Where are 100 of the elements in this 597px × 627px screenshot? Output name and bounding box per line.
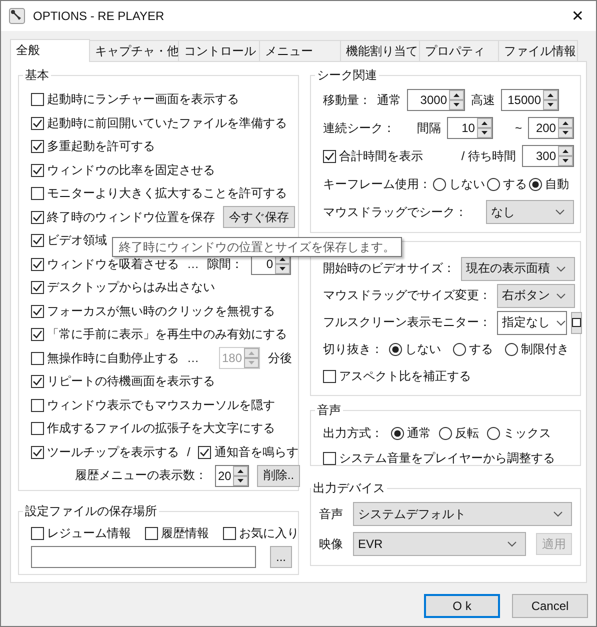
tab[interactable]: 全般: [10, 39, 90, 62]
option-label: 出力方式：: [323, 425, 383, 442]
up-down-arrows-icon: [558, 146, 573, 166]
dialog-button[interactable]: O k: [424, 594, 500, 618]
checkbox[interactable]: ツールチップを表示する: [31, 444, 179, 461]
spin-field[interactable]: 20: [215, 464, 250, 487]
checkbox[interactable]: ビデオ領域: [31, 232, 107, 250]
spin-field[interactable]: 10: [447, 117, 493, 139]
checkmark-icon: [324, 150, 335, 162]
radio-button[interactable]: ミックス: [487, 425, 551, 442]
checkbox[interactable]: アスペクト比を補正する: [323, 368, 471, 385]
checkmark-icon: [32, 376, 43, 388]
option-label: 映像: [319, 536, 343, 552]
checkbox[interactable]: システム音量をプレイヤーから調整する: [323, 450, 555, 467]
dropdown[interactable]: なし: [486, 200, 574, 224]
up-down-arrows-icon: [476, 118, 492, 138]
checkmark-icon: [32, 141, 43, 152]
checkmark-icon: [32, 212, 43, 223]
square-icon: [572, 318, 581, 327]
checkmark-icon: [32, 306, 43, 317]
radio-button[interactable]: 通常: [391, 425, 431, 442]
checkbox[interactable]: リピートの待機画面を表示する: [31, 373, 215, 390]
up-down-arrows-icon: [449, 90, 464, 110]
option-label: マウスドラッグでシーク：: [323, 204, 467, 220]
checkbox[interactable]: 無操作時に自動停止する: [31, 350, 179, 367]
checkbox[interactable]: 多重起動を許可する: [31, 138, 155, 156]
chevron-down-icon: [556, 266, 566, 272]
checkbox[interactable]: ウィンドウ表示でもマウスカーソルを隠す: [31, 396, 275, 414]
radio-icon: [487, 178, 500, 190]
option-label: 移動量：: [323, 92, 371, 108]
radio-icon: [453, 343, 466, 356]
radio-button[interactable]: 制限付き: [505, 341, 569, 358]
option-label: マウスドラッグでサイズ変更：: [323, 287, 491, 304]
checkbox[interactable]: 起動時に前回開いていたファイルを準備する: [31, 114, 287, 132]
dropdown[interactable]: 右ボタン: [497, 284, 575, 308]
dialog-button[interactable]: Cancel: [512, 594, 588, 618]
checkbox[interactable]: 作成するファイルの拡張子を大文字にする: [31, 420, 275, 438]
spin-field[interactable]: 3000: [407, 89, 465, 111]
radio-icon: [433, 178, 446, 190]
input-field[interactable]: [31, 546, 256, 568]
option-label: …: [187, 351, 199, 366]
chevron-down-icon: [553, 511, 563, 517]
checkbox[interactable]: 起動時にランチャー画面を表示する: [31, 91, 239, 108]
checkbox[interactable]: モニターより大きく拡大することを許可する: [31, 185, 287, 202]
checkbox[interactable]: 通知音を鳴らす: [198, 444, 298, 461]
dropdown[interactable]: 指定なし: [497, 310, 567, 334]
radio-button[interactable]: 自動: [529, 176, 569, 192]
radio-button[interactable]: しない: [433, 176, 485, 192]
dropdown[interactable]: EVR: [353, 532, 526, 556]
checkbox[interactable]: フォーカスが無い時のクリックを無視する: [31, 302, 275, 320]
checkbox[interactable]: お気に入り: [223, 525, 299, 542]
checkbox[interactable]: レジューム情報: [31, 525, 131, 542]
checkbox[interactable]: 終了時のウィンドウ位置を保存: [31, 208, 215, 226]
checkbox[interactable]: ウィンドウを吸着させる: [31, 256, 179, 273]
radio-icon: [389, 343, 402, 356]
option-label: 音声: [319, 506, 343, 522]
option-label: フルスクリーン表示モニター：: [323, 314, 491, 331]
dropdown[interactable]: 現在の表示面積: [461, 256, 575, 280]
checkbox[interactable]: 「常に手前に表示」を再生中のみ有効にする: [31, 326, 287, 344]
tooltip: 終了時にウィンドウの位置とサイズを保存します。: [112, 237, 402, 257]
spin-field[interactable]: 300: [522, 145, 574, 167]
up-down-arrows-icon: [244, 348, 260, 368]
option-label: …: [187, 257, 199, 272]
checkbox[interactable]: デスクトップからはみ出さない: [31, 279, 215, 296]
chevron-down-icon: [555, 209, 565, 215]
icon-button[interactable]: [571, 312, 582, 334]
option-label: 間隔: [417, 120, 441, 136]
option-label: / 待ち時間: [461, 148, 516, 164]
checkmark-icon: [32, 164, 43, 176]
option-label: 分後: [268, 350, 292, 367]
radio-button[interactable]: しない: [389, 341, 441, 358]
option-label: 履歴メニューの表示数：: [75, 467, 207, 484]
tab[interactable]: ファイル情報: [498, 40, 578, 61]
up-down-arrows-icon: [543, 90, 558, 110]
checkbox[interactable]: 履歴情報: [145, 525, 209, 542]
chevron-down-icon: [556, 320, 566, 326]
up-down-arrows-icon: [233, 466, 248, 486]
radio-button[interactable]: 反転: [439, 425, 479, 442]
radio-icon: [529, 178, 542, 190]
window-title: OPTIONS - RE PLAYER: [33, 9, 166, 23]
action-button[interactable]: 今すぐ保存: [223, 206, 295, 228]
close-button[interactable]: ✕: [567, 7, 588, 25]
group-title: 基本: [24, 67, 50, 84]
checkmark-icon: [32, 118, 43, 129]
checkbox[interactable]: ウィンドウの比率を固定させる: [31, 162, 215, 179]
radio-button[interactable]: する: [453, 341, 493, 358]
action-button[interactable]: ...: [270, 546, 292, 568]
checkmark-icon: [32, 446, 43, 458]
dropdown[interactable]: システムデフォルト: [353, 502, 572, 526]
spin-field[interactable]: 200: [528, 117, 574, 139]
group-title: 設定ファイルの保存場所: [24, 503, 158, 520]
checkmark-icon: [199, 446, 210, 458]
group-title: 音声: [316, 402, 342, 419]
action-button[interactable]: 削除..: [257, 464, 300, 487]
option-label: 隙間：: [207, 256, 243, 273]
option-label: 連続シーク：: [323, 120, 395, 136]
checkbox[interactable]: 合計時間を表示: [323, 148, 423, 164]
spin-field[interactable]: 15000: [501, 89, 559, 111]
radio-button[interactable]: する: [487, 176, 527, 192]
option-label: 開始時のビデオサイズ：: [323, 260, 455, 277]
